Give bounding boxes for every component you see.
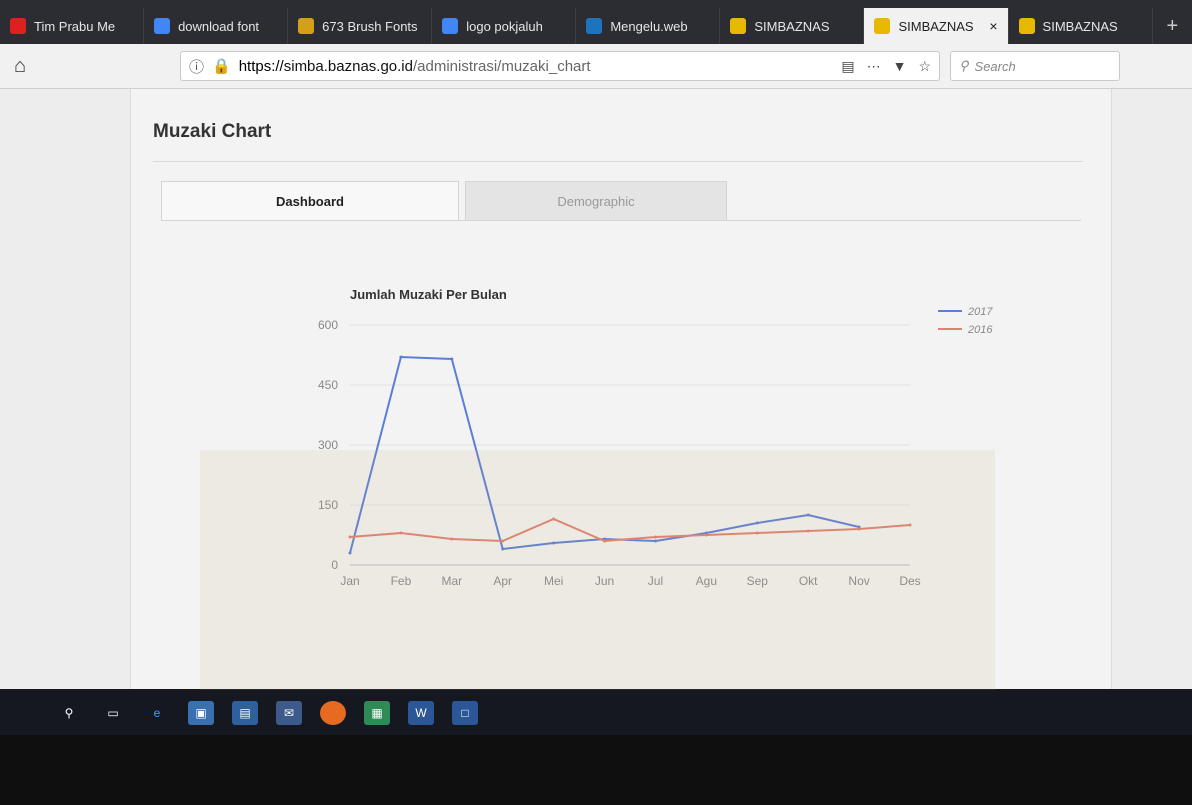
chart-title: Jumlah Muzaki Per Bulan: [350, 287, 507, 302]
browser-tab-label: Tim Prabu Me: [34, 18, 116, 34]
browser-tab-label: logo pokjaluh: [466, 18, 543, 34]
youtube-icon: [10, 18, 26, 34]
more-actions-icon[interactable]: ⋯: [867, 58, 881, 75]
legend-label: 2017: [967, 306, 993, 318]
y-tick-label: 450: [318, 378, 338, 392]
mail-icon[interactable]: ✉: [276, 700, 302, 725]
simbaznas-icon: [730, 18, 747, 34]
browser-tab-4[interactable]: Mengelu.web: [576, 8, 721, 44]
browser-tab-label: 673 Brush Fonts: [322, 18, 418, 34]
search-icon[interactable]: ⚲: [56, 701, 82, 725]
excel-icon[interactable]: ▦: [364, 700, 390, 725]
edge-icon[interactable]: e: [144, 701, 170, 725]
tab-divider: [161, 220, 1081, 221]
chart-tabs: Dashboard Demographic: [161, 181, 727, 221]
browser-tab-label: download font: [178, 18, 260, 34]
new-tab-button[interactable]: +: [1153, 8, 1192, 44]
reader-view-icon[interactable]: ▤: [841, 58, 854, 75]
google-icon: [154, 18, 171, 34]
pocket-icon[interactable]: ▼: [893, 58, 907, 75]
browser-nav-bar: ⌂ ⓘ 🔒 https://simba.baznas.go.id/adminis…: [0, 44, 1192, 89]
word-icon[interactable]: W: [408, 700, 434, 725]
task-view-icon[interactable]: ▭: [100, 701, 126, 725]
url-path: /administrasi/muzaki_chart: [412, 57, 591, 75]
url-scheme: https://: [238, 57, 284, 75]
browser-tab-label: SIMBAZNAS: [898, 18, 974, 34]
browser-tab-1[interactable]: download font: [144, 8, 289, 44]
browser-tab-6[interactable]: SIMBAZNAS ×: [864, 8, 1009, 44]
windows-taskbar: ⚲ ▭ e ▣ ▤ ✉ ▦ W □: [0, 690, 1192, 735]
y-tick-label: 600: [318, 318, 338, 332]
browser-tab-label: SIMBAZNAS: [754, 18, 830, 34]
browser-tab-label: Mengelu.web: [610, 18, 688, 34]
search-placeholder: Search: [974, 58, 1016, 74]
url-actions: ▤ ⋯ ▼ ☆: [841, 58, 931, 75]
tab-dashboard[interactable]: Dashboard: [161, 181, 459, 221]
browser-tab-3[interactable]: logo pokjaluh: [432, 8, 577, 44]
store-icon[interactable]: ▣: [188, 700, 214, 725]
lock-icon: 🔒: [212, 58, 231, 75]
url-host: simba.baznas.go.id: [283, 57, 413, 75]
screen: Tim Prabu Me download font 673 Brush Fonts…: [0, 0, 1192, 805]
page-title: Muzaki Chart: [153, 121, 272, 142]
monitor-bezel: [0, 735, 1192, 805]
firefox-icon[interactable]: [320, 700, 346, 725]
data-point-2017: [399, 355, 403, 359]
browser-tab-0[interactable]: Tim Prabu Me: [0, 8, 145, 44]
search-icon: ⚲: [959, 58, 969, 73]
title-divider: [153, 161, 1083, 162]
site-icon: [586, 18, 603, 34]
explorer-icon[interactable]: ▤: [232, 700, 258, 725]
simbaznas-icon: [874, 18, 891, 34]
browser-tab-label: SIMBAZNAS: [1042, 18, 1118, 34]
bookmark-star-icon[interactable]: ☆: [918, 58, 931, 75]
tab-demographic[interactable]: Demographic: [465, 181, 727, 221]
url-text: https://simba.baznas.go.id/administrasi/…: [239, 58, 591, 75]
legend-label: 2016: [967, 324, 993, 336]
data-point-2017: [450, 357, 454, 361]
home-icon[interactable]: ⌂: [0, 55, 40, 78]
url-bar[interactable]: ⓘ 🔒 https://simba.baznas.go.id/administr…: [180, 51, 940, 81]
google-icon: [442, 18, 459, 34]
browser-tab-7[interactable]: SIMBAZNAS: [1009, 8, 1153, 44]
simbaznas-icon: [1018, 18, 1035, 34]
font-site-icon: [298, 18, 315, 34]
app-icon[interactable]: □: [452, 700, 478, 725]
close-tab-icon[interactable]: ×: [989, 18, 997, 34]
browser-tab-2[interactable]: 673 Brush Fonts: [288, 8, 433, 44]
info-icon[interactable]: ⓘ: [189, 56, 204, 77]
browser-tab-5[interactable]: SIMBAZNAS: [720, 8, 865, 44]
search-box[interactable]: ⚲ Search: [950, 51, 1120, 81]
browser-tab-bar: Tim Prabu Me download font 673 Brush Fonts…: [0, 0, 1192, 44]
